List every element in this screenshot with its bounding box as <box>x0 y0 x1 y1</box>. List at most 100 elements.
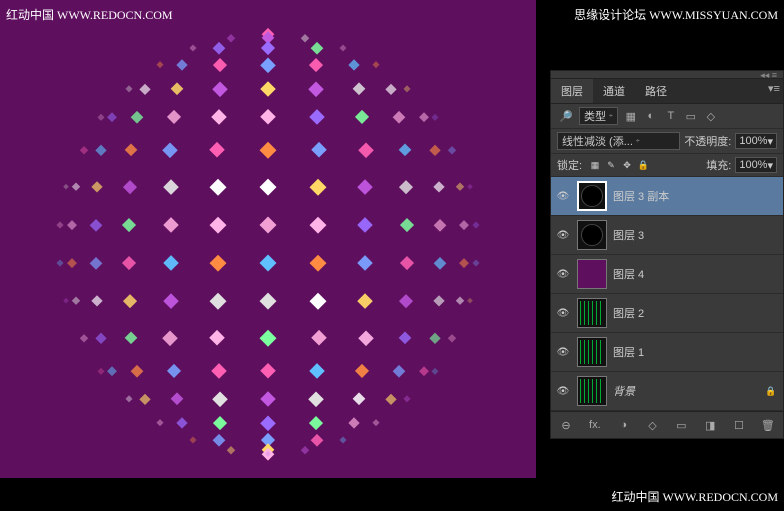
bottom-icon-7[interactable]: 🗑 <box>759 416 777 434</box>
bottom-icon-3[interactable]: ◇ <box>644 416 662 434</box>
opacity-value: 100% <box>739 135 767 147</box>
sphere-dot <box>466 183 472 189</box>
bottom-icon-1[interactable]: fx. <box>586 416 604 434</box>
filter-icon-3[interactable]: ▭ <box>682 107 700 125</box>
sphere-dot <box>68 259 78 269</box>
sphere-dot <box>357 256 373 272</box>
sphere-dot <box>213 416 227 430</box>
visibility-eye-icon[interactable]: 👁 <box>555 308 571 319</box>
sphere-dot <box>393 364 405 376</box>
sphere-dot <box>125 85 132 92</box>
panel-menu-icon[interactable]: ▾≡ <box>765 79 783 97</box>
sphere-dot <box>98 114 104 120</box>
sphere-dot <box>140 83 151 94</box>
filter-icon-0[interactable]: ▦ <box>622 107 640 125</box>
visibility-eye-icon[interactable]: 👁 <box>555 269 571 280</box>
layers-list: 👁图层 3 副本👁图层 3👁图层 4👁图层 2👁图层 1👁背景🔒 <box>551 177 783 411</box>
sphere-dot <box>107 113 116 122</box>
filter-icon-4[interactable]: ◇ <box>702 107 720 125</box>
layer-row[interactable]: 👁 图层 3 副本 <box>551 177 783 216</box>
sphere-dot <box>400 218 414 232</box>
layer-thumbnail <box>577 220 607 250</box>
lock-all-icon[interactable]: 🔒 <box>636 158 650 172</box>
sphere-dot <box>399 144 412 157</box>
search-icon[interactable]: 🔎 <box>557 107 575 125</box>
sphere-dot <box>352 82 365 95</box>
sphere-dot <box>349 60 360 71</box>
sphere-dot <box>459 220 469 230</box>
sphere-dot <box>434 219 446 231</box>
bottom-icon-5[interactable]: ◨ <box>701 416 719 434</box>
fill-input[interactable]: 100% ▾ <box>735 157 777 173</box>
sphere-dot <box>227 34 235 42</box>
sphere-dot <box>190 436 197 443</box>
blend-mode-select[interactable]: 线性减淡 (添... ÷ <box>557 132 680 150</box>
sphere-dot <box>213 434 225 446</box>
sphere-dot <box>57 221 64 228</box>
sphere-dot <box>400 256 414 270</box>
bottom-icon-4[interactable]: ▭ <box>672 416 690 434</box>
lock-move-icon[interactable]: ✥ <box>620 158 634 172</box>
fill-value: 100% <box>739 159 767 171</box>
sphere-dot <box>170 82 183 95</box>
layer-name: 图层 3 副本 <box>613 188 759 204</box>
sphere-dot <box>68 220 78 230</box>
sphere-dot <box>176 417 187 428</box>
sphere-dot <box>96 332 107 343</box>
tab-paths[interactable]: 路径 <box>635 79 677 103</box>
filter-type-select[interactable]: 类型 ÷ <box>579 107 618 125</box>
sphere-dot <box>433 296 445 308</box>
sphere-dot <box>358 179 373 194</box>
filter-icon-1[interactable]: ◐ <box>642 107 660 125</box>
layer-row[interactable]: 👁 图层 1 <box>551 333 783 372</box>
visibility-eye-icon[interactable]: 👁 <box>555 191 571 202</box>
bottom-icon-0[interactable]: ⊖ <box>557 416 575 434</box>
sphere-dot <box>311 142 327 158</box>
visibility-eye-icon[interactable]: 👁 <box>555 347 571 358</box>
sphere-dot <box>358 294 373 309</box>
sphere-dot <box>310 293 326 309</box>
layer-thumbnail <box>577 298 607 328</box>
sphere-dot <box>419 113 428 122</box>
sphere-dot <box>211 110 227 126</box>
layer-row[interactable]: 👁背景🔒 <box>551 372 783 411</box>
sphere-dot <box>260 293 277 310</box>
lock-pixels-icon[interactable]: ▦ <box>588 158 602 172</box>
sphere-dot <box>309 58 323 72</box>
bottom-icon-2[interactable]: ◑ <box>615 416 633 434</box>
opacity-input[interactable]: 100% ▾ <box>735 133 777 149</box>
layer-row[interactable]: 👁图层 2 <box>551 294 783 333</box>
sphere-dot <box>209 330 225 346</box>
layer-row[interactable]: 👁图层 3 <box>551 216 783 255</box>
chevron-down-icon: ÷ <box>636 138 640 145</box>
panel-grip[interactable]: ◂◂ ≡ <box>551 71 783 79</box>
sphere-dot <box>123 295 137 309</box>
bottom-icon-6[interactable]: ☐ <box>730 416 748 434</box>
sphere-dot <box>80 334 88 342</box>
sphere-dot <box>472 260 479 267</box>
sphere-dot <box>227 446 235 454</box>
tab-layers[interactable]: 图层 <box>551 79 593 103</box>
layer-thumbnail <box>577 337 607 367</box>
sphere-dot <box>419 366 428 375</box>
sphere-dot <box>260 255 277 272</box>
sphere-dot <box>358 330 373 345</box>
layer-thumbnail <box>577 181 607 211</box>
sphere-dot <box>310 216 327 233</box>
sphere-dot <box>63 298 69 304</box>
tab-channels[interactable]: 通道 <box>593 79 635 103</box>
lock-brush-icon[interactable]: ✎ <box>604 158 618 172</box>
layer-row[interactable]: 👁图层 4 <box>551 255 783 294</box>
visibility-eye-icon[interactable]: 👁 <box>555 386 571 397</box>
layer-name: 图层 1 <box>613 344 759 360</box>
sphere-dot <box>260 178 277 195</box>
sphere-dot <box>92 296 104 308</box>
filter-icon-2[interactable]: T <box>662 107 680 125</box>
sphere-dot <box>96 145 107 156</box>
sphere-dot <box>309 81 324 96</box>
sphere-dot <box>352 393 365 406</box>
visibility-eye-icon[interactable]: 👁 <box>555 230 571 241</box>
blend-row: 线性减淡 (添... ÷ 不透明度: 100% ▾ <box>551 129 783 154</box>
sphere-artwork <box>48 24 488 464</box>
lock-row: 锁定: ▦ ✎ ✥ 🔒 填充: 100% ▾ <box>551 154 783 177</box>
